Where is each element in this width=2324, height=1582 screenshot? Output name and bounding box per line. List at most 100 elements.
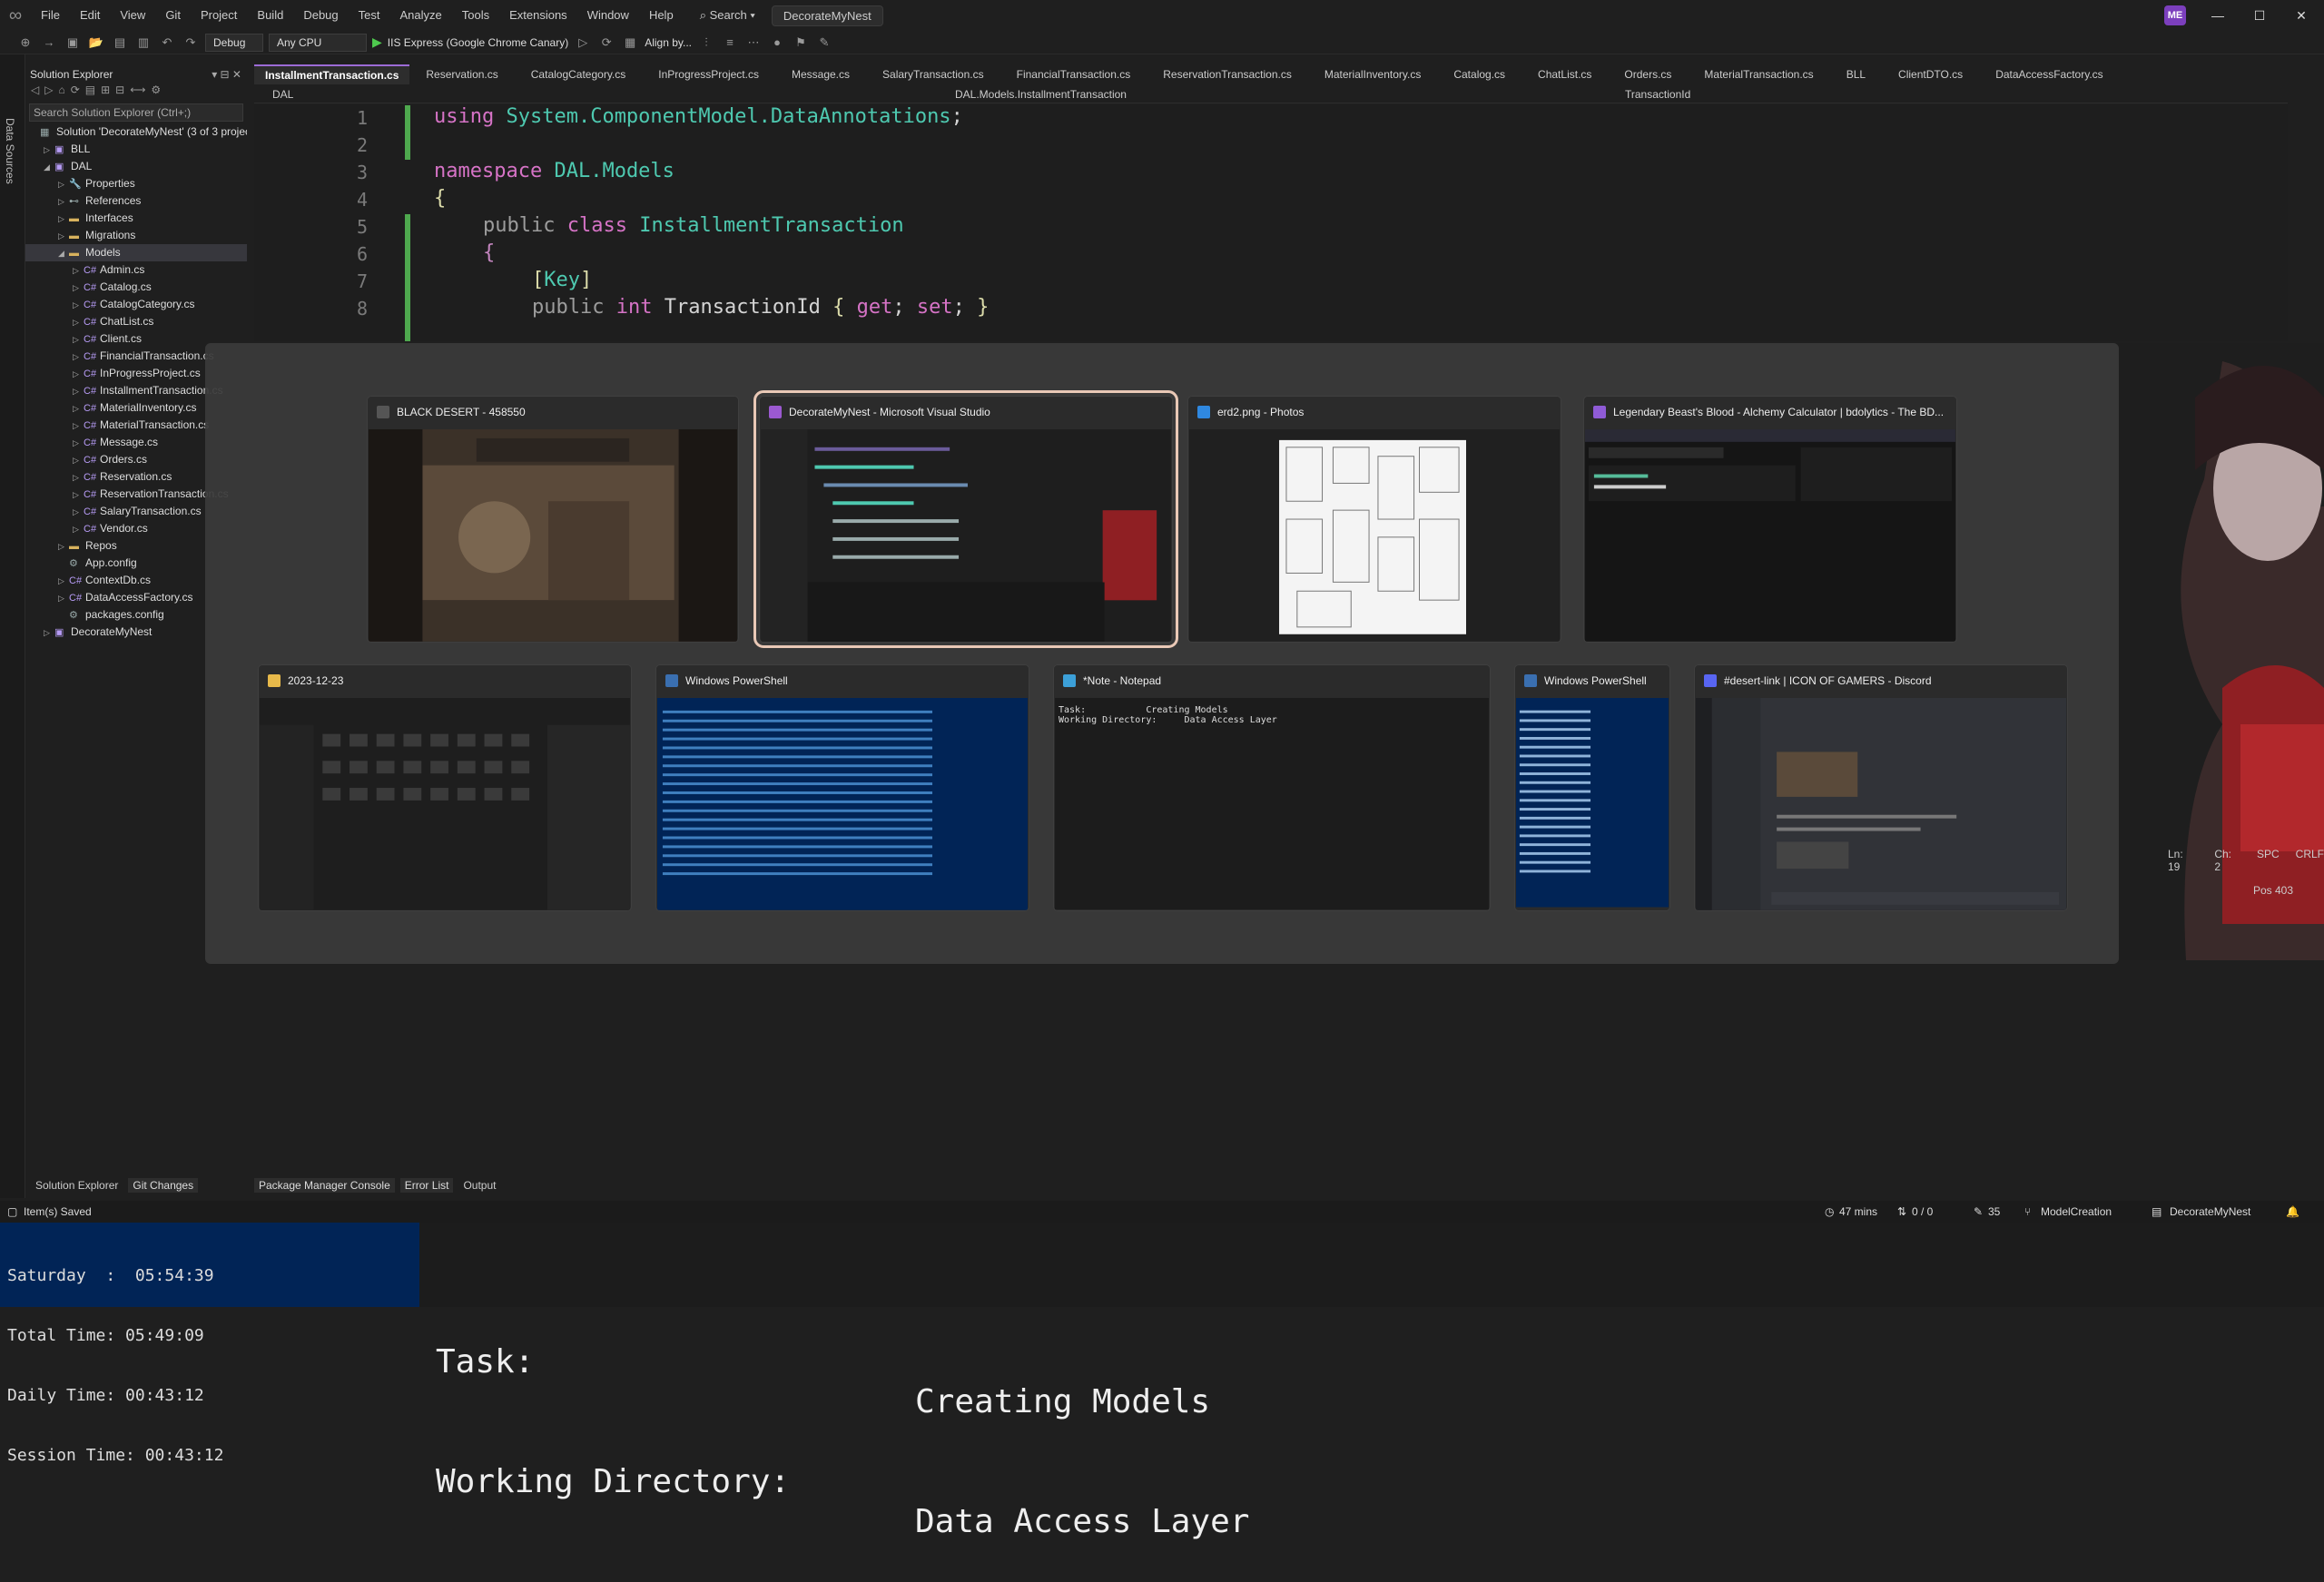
menu-analyze[interactable]: Analyze [389,0,451,31]
platform-select[interactable]: Any CPU [269,33,367,52]
nav-class[interactable]: DAL.Models.InstallmentTransaction [955,88,1127,101]
avatar[interactable]: ME [2164,5,2186,25]
circle-icon[interactable]: ● [768,34,786,52]
tree-item[interactable]: ▷ C# CatalogCategory.cs [25,296,247,313]
undo-icon[interactable]: ↶ [158,34,176,52]
expand-arrow-icon[interactable]: ▷ [58,573,69,589]
close-icon[interactable]: ✕ [2280,0,2322,31]
window-card-black-desert[interactable]: BLACK DESERT - 458550 [367,396,739,643]
minimize-icon[interactable]: — [2197,0,2239,31]
solution-title[interactable]: DecorateMyNest [771,5,883,26]
align-menu[interactable]: Align by... [645,36,692,49]
forward-icon[interactable]: → [40,34,58,52]
line-ending-indicator[interactable]: CRLF [2296,848,2324,873]
window-card-powershell-1[interactable]: Windows PowerShell [655,664,1029,911]
bookmark-icon[interactable]: ⚑ [792,34,810,52]
expand-arrow-icon[interactable]: ▷ [73,349,84,365]
comment-icon[interactable]: ✎ [815,34,833,52]
tab-output[interactable]: Output [458,1178,500,1193]
menu-test[interactable]: Test [349,0,390,31]
expand-arrow-icon[interactable]: ▷ [44,142,54,158]
run-target[interactable]: IIS Express (Google Chrome Canary) [388,36,568,49]
elapsed-time[interactable]: 47 mins [1839,1201,1877,1223]
tab-git-changes[interactable]: Git Changes [128,1178,199,1193]
menu-file[interactable]: File [31,0,70,31]
expand-arrow-icon[interactable]: ▷ [73,418,84,434]
expand-arrow-icon[interactable]: ▷ [73,504,84,520]
expand-arrow-icon[interactable]: ▷ [73,280,84,296]
expand-arrow-icon[interactable]: ◢ [44,159,54,175]
expand-arrow-icon[interactable]: ▷ [73,297,84,313]
back-icon[interactable]: ⊕ [16,34,34,52]
editor-tab[interactable]: BLL [1830,65,1882,84]
tree-item[interactable]: ▦ Solution 'DecorateMyNest' (3 of 3 proje… [25,123,247,141]
expand-arrow-icon[interactable]: ▷ [44,624,54,641]
menu-extensions[interactable]: Extensions [499,0,577,31]
whitespace-indicator[interactable]: SPC [2257,848,2280,873]
spacing-icon[interactable]: ⋯ [744,34,763,52]
expand-arrow-icon[interactable]: ▷ [58,176,69,192]
editor-tab[interactable]: Message.cs [775,65,866,84]
center-icon[interactable]: ≡ [721,34,739,52]
expand-arrow-icon[interactable]: ▷ [73,469,84,486]
pane-controls[interactable]: ▾ ⊟ ✕ [212,65,247,84]
expand-arrow-icon[interactable]: ▷ [73,486,84,503]
run-without-debug-icon[interactable]: ▷ [574,34,592,52]
save-icon[interactable]: ▤ [111,34,129,52]
align-icon[interactable]: ⫶ [697,34,715,52]
editor-tab[interactable]: MaterialInventory.cs [1308,65,1437,84]
tree-item[interactable]: ◢ ▬ Models [25,244,247,261]
solution-search-input[interactable]: Search Solution Explorer (Ctrl+;) [29,103,243,122]
notepad-window[interactable]: Task: Creating Models Working Directory:… [419,1223,2324,1540]
editor-tab[interactable]: Orders.cs [1608,65,1688,84]
nav-project[interactable]: DAL [272,88,293,101]
git-repository[interactable]: DecorateMyNest [2170,1201,2250,1223]
tree-item[interactable]: ▷ ⊷ References [25,192,247,210]
editor-tab[interactable]: Reservation.cs [409,65,514,84]
editor-tab[interactable]: Catalog.cs [1437,65,1521,84]
tree-item[interactable]: ▷ ▬ Migrations [25,227,247,244]
nav-member[interactable]: TransactionId [1625,88,1690,101]
editor-tab[interactable]: MaterialTransaction.cs [1688,65,1829,84]
expand-arrow-icon[interactable]: ▷ [58,590,69,606]
run-icon[interactable]: ▶ [372,34,382,50]
menu-debug[interactable]: Debug [293,0,348,31]
data-sources-tab[interactable]: Data Sources [4,118,16,184]
menu-build[interactable]: Build [247,0,293,31]
menu-edit[interactable]: Edit [70,0,110,31]
tab-error-list[interactable]: Error List [399,1178,454,1193]
search-button[interactable]: ⌕ Search ▾ [691,8,764,23]
tab-solution-explorer[interactable]: Solution Explorer [31,1178,123,1193]
refresh-icon[interactable]: ⟳ [597,34,615,52]
expand-arrow-icon[interactable]: ▷ [73,383,84,399]
new-project-icon[interactable]: ▣ [64,34,82,52]
code-editor[interactable]: 1 2 3 4 5 6 7 8 using System.ComponentModel.Dat… [254,105,2288,341]
expand-arrow-icon[interactable]: ▷ [73,435,84,451]
tree-item[interactable]: ▷ C# Admin.cs [25,261,247,279]
editor-tab[interactable]: InstallmentTransaction.cs [254,64,410,84]
tree-item[interactable]: ▷ ▬ Interfaces [25,210,247,227]
editor-tab[interactable]: SalaryTransaction.cs [866,65,1000,84]
window-card-photos[interactable]: erd2.png - Photos [1187,396,1561,643]
window-card-visual-studio[interactable]: DecorateMyNest - Microsoft Visual Studio [753,390,1178,648]
editor-tab[interactable]: ReservationTransaction.cs [1147,65,1308,84]
menu-view[interactable]: View [110,0,155,31]
editor-tab[interactable]: ClientDTO.cs [1882,65,1979,84]
expand-arrow-icon[interactable]: ▷ [73,262,84,279]
tree-item[interactable]: ▷ 🔧 Properties [25,175,247,192]
expand-arrow-icon[interactable]: ▷ [73,400,84,417]
expand-arrow-icon[interactable]: ▷ [58,211,69,227]
tab-package-manager-console[interactable]: Package Manager Console [254,1178,395,1193]
tree-item[interactable]: ▷ C# Catalog.cs [25,279,247,296]
editor-tab[interactable]: CatalogCategory.cs [515,65,643,84]
expand-arrow-icon[interactable]: ▷ [73,314,84,330]
editor-tab[interactable]: DataAccessFactory.cs [1979,65,2119,84]
menu-help[interactable]: Help [639,0,684,31]
tree-item[interactable]: ▷ C# ChatList.cs [25,313,247,330]
maximize-icon[interactable]: ☐ [2239,0,2280,31]
tree-item[interactable]: ▷ ▣ BLL [25,141,247,158]
expand-arrow-icon[interactable]: ▷ [58,193,69,210]
expand-arrow-icon[interactable]: ▷ [73,366,84,382]
window-card-bdolytics[interactable]: Legendary Beast's Blood - Alchemy Calcul… [1583,396,1957,643]
tree-item[interactable]: ◢ ▣ DAL [25,158,247,175]
